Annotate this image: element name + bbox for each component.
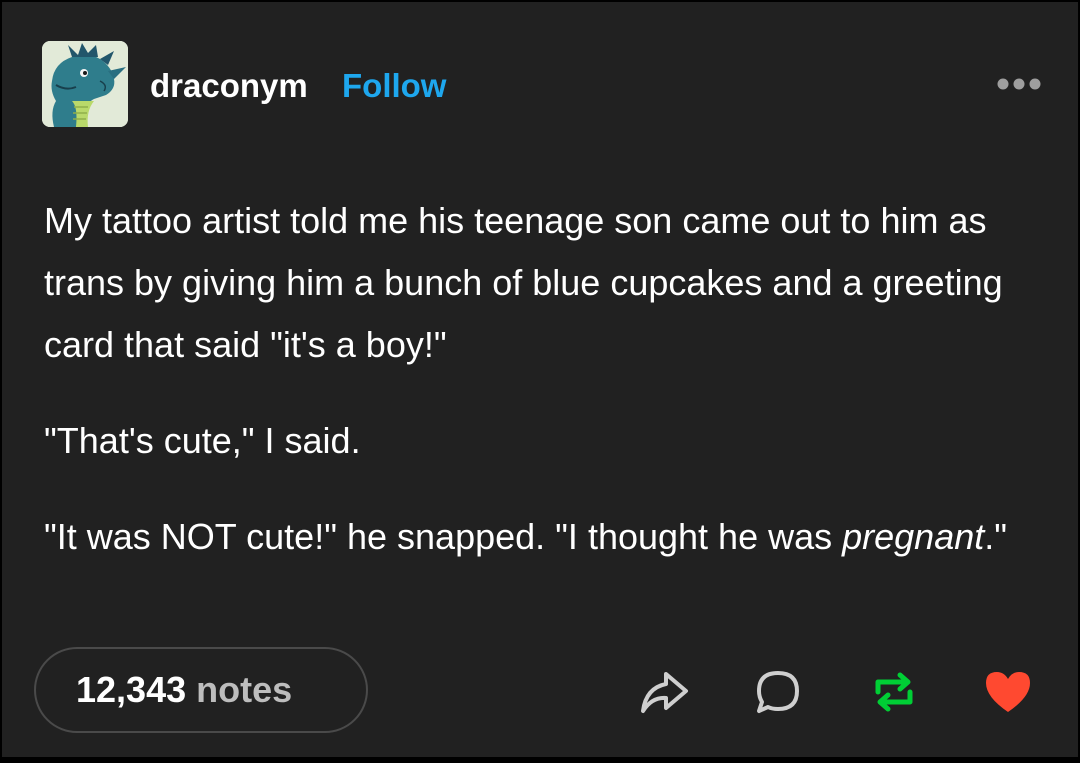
follow-button[interactable]: Follow bbox=[342, 66, 446, 106]
post-body: My tattoo artist told me his teenage son… bbox=[44, 190, 1054, 568]
emphasis-text: pregnant bbox=[842, 516, 985, 557]
like-button[interactable] bbox=[982, 666, 1034, 718]
notes-button[interactable]: 12,343 notes bbox=[34, 647, 368, 733]
dragon-avatar-icon bbox=[42, 41, 128, 127]
share-button[interactable] bbox=[638, 666, 690, 718]
post-card: draconym Follow My tattoo artist told me… bbox=[2, 2, 1078, 757]
paragraph: "It was NOT cute!" he snapped. "I though… bbox=[44, 506, 1054, 568]
reblog-icon bbox=[875, 672, 913, 712]
more-options-button[interactable] bbox=[996, 74, 1042, 94]
notes-label: notes bbox=[196, 669, 293, 710]
paragraph: My tattoo artist told me his teenage son… bbox=[44, 200, 1003, 365]
ellipsis-icon bbox=[997, 78, 1041, 90]
share-icon bbox=[641, 672, 688, 713]
notes-count: 12,343 bbox=[76, 669, 187, 710]
reply-button[interactable] bbox=[752, 666, 804, 718]
username[interactable]: draconym bbox=[150, 66, 308, 106]
closing-punctuation: ." bbox=[984, 516, 1008, 557]
reblog-button[interactable] bbox=[868, 666, 920, 718]
avatar[interactable] bbox=[42, 41, 128, 127]
heart-icon bbox=[986, 672, 1030, 712]
paragraph-text: "It was NOT cute!" he snapped. "I though… bbox=[44, 516, 843, 557]
paragraph: "That's cute," I said. bbox=[44, 420, 361, 461]
reply-icon bbox=[757, 671, 799, 713]
